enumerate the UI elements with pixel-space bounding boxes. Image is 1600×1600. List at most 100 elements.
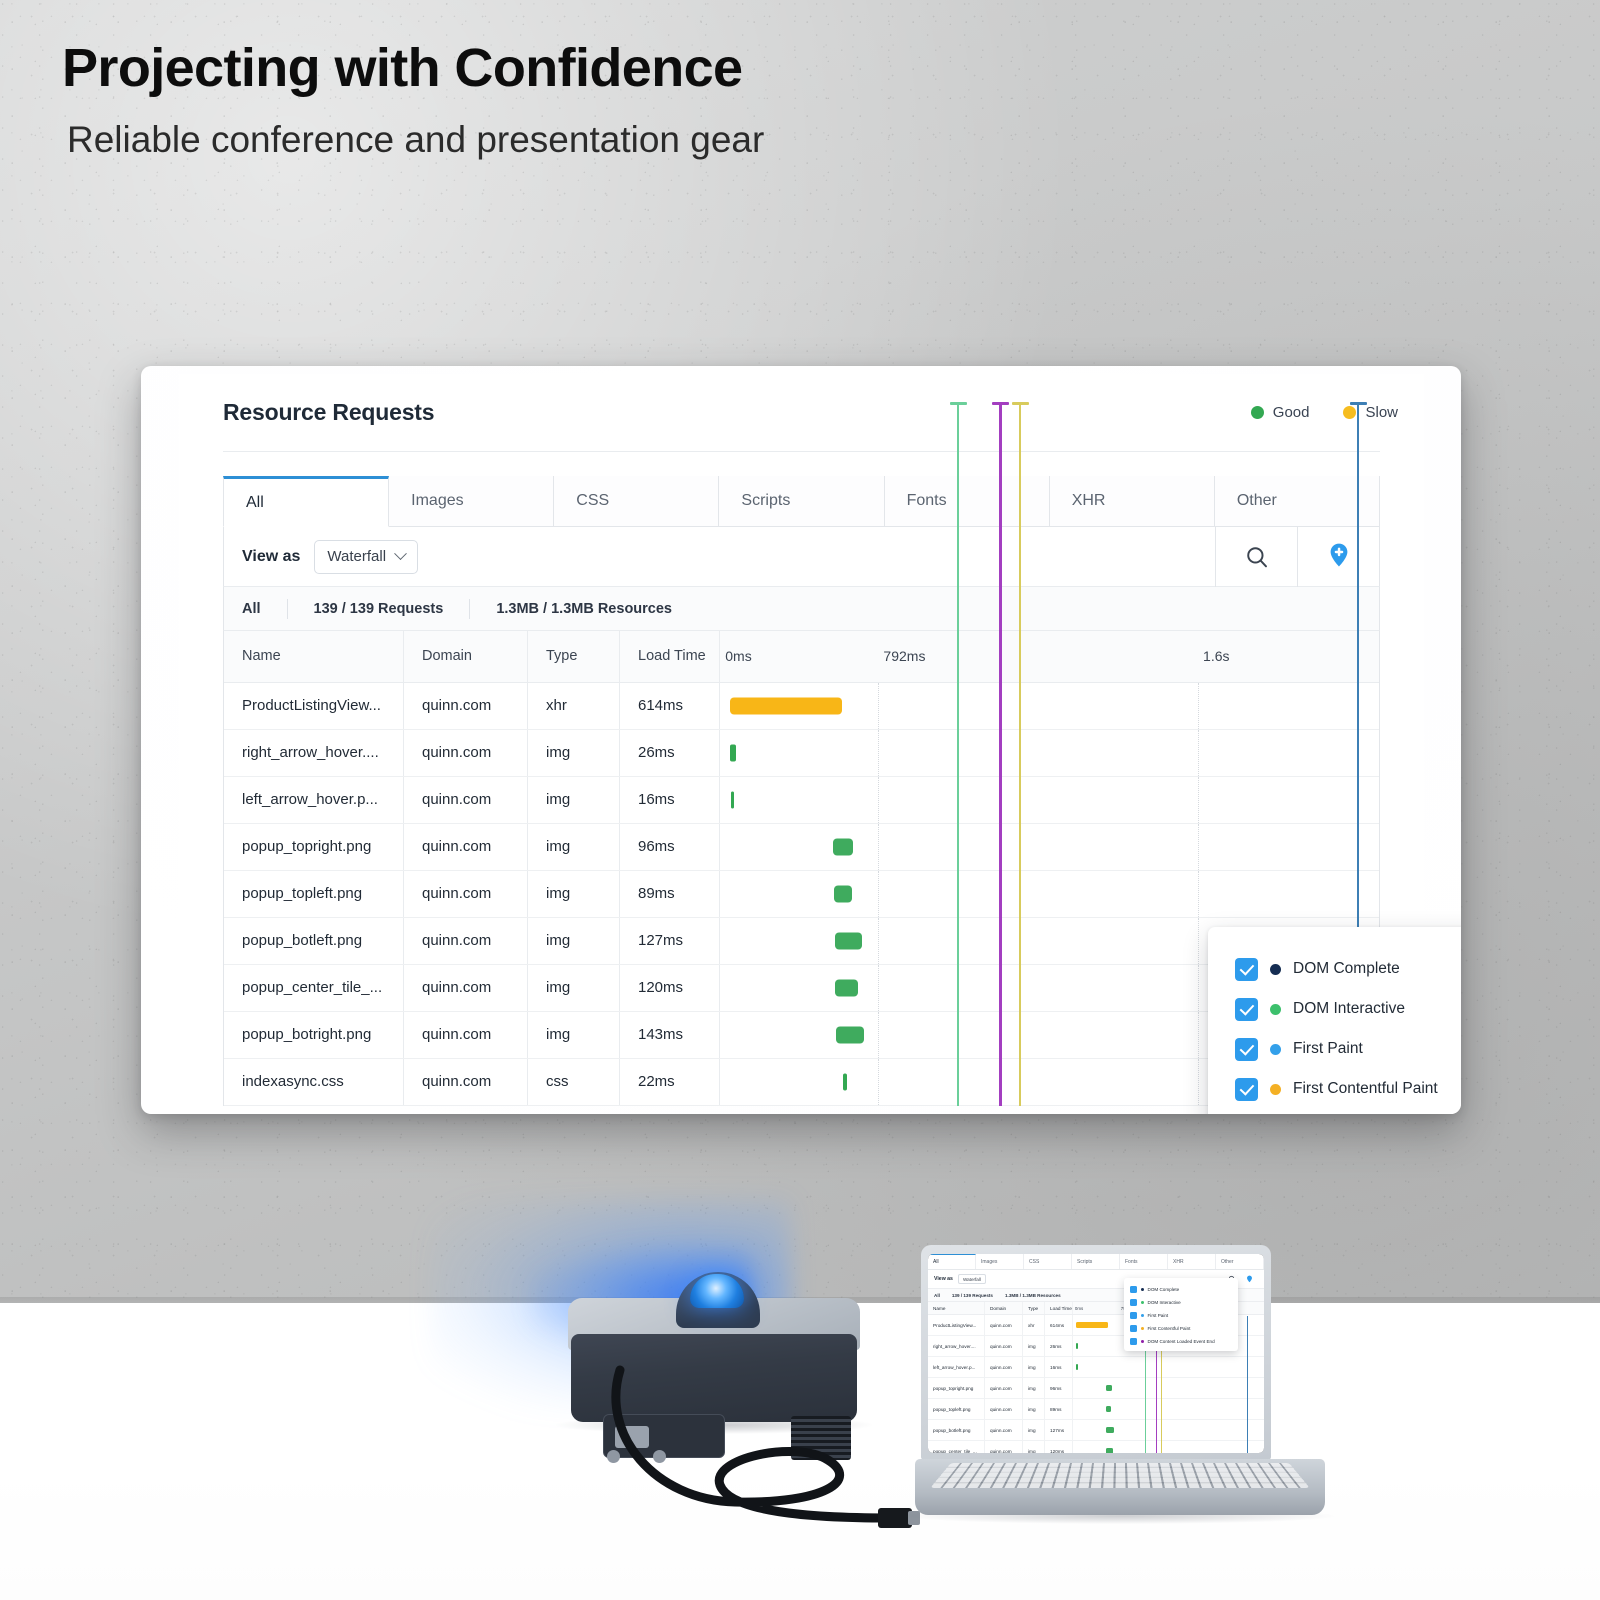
mini-cell: 89ms <box>1045 1399 1073 1419</box>
summary-requests: 139 / 139 Requests <box>313 600 444 617</box>
mini-metrics-dropdown: DOM Complete DOM Interactive First Paint Fi… <box>1124 1278 1238 1351</box>
checkbox-checked-icon[interactable] <box>1235 1037 1258 1061</box>
dropdown-item[interactable]: First Contentful Paint <box>1235 1069 1461 1109</box>
toolbar: View as Waterfall <box>223 526 1380 588</box>
mini-waterfall-bar <box>1106 1427 1115 1433</box>
mini-cell: 26ms <box>1045 1336 1073 1356</box>
cell-type: img <box>528 776 620 823</box>
legend-label-good: Good <box>1272 404 1310 422</box>
mini-tab[interactable]: Other <box>1216 1254 1264 1269</box>
waterfall-bar <box>835 932 862 950</box>
search-button[interactable] <box>1215 526 1297 587</box>
mini-tab[interactable]: CSS <box>1024 1254 1072 1269</box>
mini-cell: popup_topleft.png <box>928 1399 985 1419</box>
mini-cell: img <box>1023 1441 1045 1453</box>
mini-checkbox-checked-icon <box>1130 1338 1137 1345</box>
add-marker-button[interactable] <box>1297 526 1379 587</box>
table-row[interactable]: popup_topright.png quinn.com img 96ms <box>224 823 1379 871</box>
view-as-select[interactable]: Waterfall <box>314 539 419 574</box>
page-title: Projecting with Confidence <box>62 38 743 98</box>
mini-dropdown-item-label: First Paint <box>1147 1313 1169 1318</box>
checkbox-checked-icon[interactable] <box>1235 957 1258 981</box>
waterfall-bar <box>834 885 852 903</box>
mini-dropdown-item: First Contentful Paint <box>1130 1322 1238 1335</box>
search-icon <box>1246 547 1267 568</box>
waterfall-bar <box>730 791 734 809</box>
cell-type: img <box>528 729 620 776</box>
mini-cell: quinn.com <box>985 1357 1023 1377</box>
cell-domain: quinn.com <box>404 1011 528 1058</box>
mini-tab[interactable]: Images <box>976 1254 1024 1269</box>
cell-load-time: 120ms <box>620 964 720 1011</box>
mini-column-header: Load Time <box>1045 1302 1073 1314</box>
tab-css[interactable]: CSS <box>554 476 720 527</box>
cell-name: indexasync.css <box>224 1058 404 1105</box>
mini-tab[interactable]: Scripts <box>1072 1254 1120 1269</box>
mini-cell: quinn.com <box>985 1336 1023 1356</box>
table-row[interactable]: right_arrow_hover.... quinn.com img 26ms <box>224 729 1379 777</box>
mini-tab[interactable]: All <box>928 1254 976 1269</box>
cell-name: popup_topleft.png <box>224 870 404 917</box>
mini-tab[interactable]: Fonts <box>1120 1254 1168 1269</box>
mini-cell: quinn.com <box>985 1399 1023 1419</box>
cell-name: ProductListingView... <box>224 682 404 729</box>
table-row[interactable]: popup_topleft.png quinn.com img 89ms <box>224 870 1379 918</box>
keyboard-keys <box>930 1463 1310 1488</box>
waterfall-gridline <box>878 776 880 823</box>
mini-cell: popup_botleft.png <box>928 1420 985 1440</box>
mini-cell: popup_center_tile_... <box>928 1441 985 1453</box>
dropdown-item[interactable]: First Paint <box>1235 1029 1461 1069</box>
table-row[interactable]: popup_botright.png quinn.com img 143ms <box>224 1011 1379 1059</box>
checkbox-checked-icon[interactable] <box>1235 1077 1258 1101</box>
mini-summary-resources: 1.3MB / 1.3MB Resources <box>1005 1292 1061 1298</box>
cell-type: img <box>528 823 620 870</box>
legend-item-good: Good <box>1250 404 1310 422</box>
tab-fonts[interactable]: Fonts <box>884 476 1050 527</box>
laptop-keyboard[interactable] <box>930 1463 1310 1488</box>
header-divider <box>223 451 1380 453</box>
table-row[interactable]: popup_center_tile_... quinn.com img 120ms <box>224 964 1379 1012</box>
tab-label: All <box>246 493 264 511</box>
cell-type: xhr <box>528 682 620 729</box>
waterfall-bar <box>834 979 859 997</box>
filter-tabs: All Images CSS Scripts Fonts XHR Other <box>223 476 1380 528</box>
mini-cell: img <box>1023 1336 1045 1356</box>
mini-cell-waterfall <box>1073 1441 1264 1453</box>
mini-checkbox-checked-icon <box>1130 1325 1137 1332</box>
waterfall-gridline <box>1197 1058 1199 1105</box>
mini-tab[interactable]: XHR <box>1168 1254 1216 1269</box>
mini-cell: 120ms <box>1045 1441 1073 1453</box>
mini-cell: img <box>1023 1357 1045 1377</box>
table-row[interactable]: indexasync.css quinn.com css 22ms <box>224 1058 1379 1106</box>
waterfall-gridline <box>878 682 880 729</box>
summary-separator <box>469 598 471 619</box>
laptop-device: All Images CSS Scripts Fonts XHR Other View as… <box>915 1245 1325 1545</box>
tab-xhr[interactable]: XHR <box>1049 476 1215 527</box>
dropdown-item[interactable]: DOM Content Loaded Event End <box>1235 1109 1461 1114</box>
dropdown-item[interactable]: DOM Complete <box>1235 949 1461 989</box>
table-row[interactable]: ProductListingView... quinn.com xhr 614ms <box>224 682 1379 730</box>
mini-cell: xhr <box>1023 1315 1045 1335</box>
tab-all[interactable]: All <box>223 476 390 528</box>
app-title: Resource Requests <box>223 399 435 426</box>
mini-dropdown-item-label: DOM Interactive <box>1147 1300 1181 1305</box>
table-row[interactable]: popup_botleft.png quinn.com img 127ms <box>224 917 1379 965</box>
table-body: ProductListingView... quinn.com xhr 614ms ri… <box>224 682 1379 1106</box>
metric-color-dot-icon <box>1270 963 1281 975</box>
table-row[interactable]: left_arrow_hover.p... quinn.com img 16ms <box>224 776 1379 824</box>
column-header-domain: Domain <box>404 630 528 682</box>
mini-dropdown-item-label: DOM Complete <box>1147 1287 1180 1292</box>
tab-other[interactable]: Other <box>1214 476 1380 527</box>
mini-waterfall-bar <box>1076 1364 1078 1370</box>
cell-type: img <box>528 870 620 917</box>
mini-view-as-select[interactable]: Waterfall <box>957 1274 986 1284</box>
waterfall-bar <box>835 1026 865 1044</box>
cell-type: img <box>528 1011 620 1058</box>
checkbox-checked-icon[interactable] <box>1235 997 1258 1021</box>
metrics-dropdown-panel[interactable]: DOM Complete DOM Interactive First Paint Fi… <box>1208 927 1461 1114</box>
tab-images[interactable]: Images <box>389 476 555 527</box>
waterfall-gridline <box>1197 682 1199 729</box>
mini-checkbox-checked-icon <box>1130 1312 1137 1319</box>
tab-scripts[interactable]: Scripts <box>719 476 885 527</box>
dropdown-item[interactable]: DOM Interactive <box>1235 989 1461 1029</box>
